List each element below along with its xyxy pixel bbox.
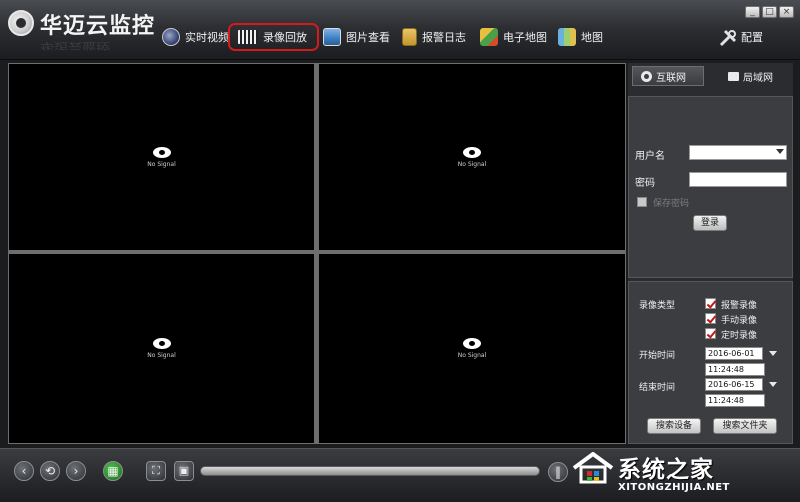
grid-layout-icon[interactable]: ▦ [103,461,123,481]
tools-icon [718,28,737,47]
film-clapper-icon [238,30,258,44]
maximize-button[interactable]: □ [762,6,777,18]
end-date-field[interactable]: 2016-06-15 [705,378,763,391]
search-folder-button[interactable]: 搜索文件夹 [713,418,777,434]
lock-icon[interactable]: ▣ [174,461,194,481]
nav-config[interactable]: 配置 [718,22,763,52]
house-logo-icon [572,452,614,484]
playback-progress-bar[interactable] [200,466,540,476]
record-type-label: 录像类型 [639,301,676,311]
no-signal-label: No Signal [147,160,176,168]
close-button[interactable]: × [779,6,794,18]
pause-icon[interactable]: ‖ [548,462,568,482]
clipboard-icon [402,28,417,46]
video-cell-4[interactable]: No Signal [319,254,625,443]
search-device-button[interactable]: 搜索设备 [647,418,701,434]
right-panel: 互联网 局域网 用户名 密码 保存密码 登录 录像类型 报警录像 手动录像 定时… [628,63,793,444]
start-time-label: 开始时间 [639,351,676,361]
username-label: 用户名 [635,151,665,162]
password-field[interactable] [689,172,787,187]
tab-internet[interactable]: 互联网 [632,66,704,86]
previous-icon[interactable]: ‹ [14,461,34,481]
video-cell-1[interactable]: No Signal [9,64,314,250]
nav-playback-label: 录像回放 [263,31,307,44]
nav-config-label: 配置 [741,31,763,44]
chevron-down-icon[interactable] [769,351,777,356]
nav-e-map[interactable]: 电子地图 [480,22,547,52]
nav-live-video[interactable]: 实时视频 [162,22,229,52]
start-time-field[interactable]: 11:24:48 [705,363,765,376]
fullscreen-icon[interactable]: ⛶ [146,461,166,481]
login-box: 用户名 密码 保存密码 登录 [628,96,793,278]
no-signal-label: No Signal [457,160,487,168]
no-signal-label: No Signal [457,352,487,359]
watermark-text: 系统之家 [618,457,714,483]
app-logo-icon [8,10,34,36]
nav-alarm-log-label: 报警日志 [422,31,466,44]
nav-picture-view-label: 图片查看 [346,31,390,44]
map-pin-icon [480,28,498,46]
watermark-url: XITONGZHIJIA.NET [618,482,730,493]
nav-playback[interactable]: 录像回放 [228,23,319,51]
nav-live-video-label: 实时视频 [185,31,229,44]
video-grid: No Signal No Signal No Signal No Signal [8,63,626,444]
tab-internet-label: 互联网 [656,72,686,84]
map-icon [558,28,576,46]
eye-icon [463,338,481,349]
alarm-record-label: 报警录像 [721,301,758,311]
remember-password-checkbox[interactable] [637,197,647,207]
alarm-record-checkbox[interactable] [705,298,716,309]
app-title: 华迈云监控 [40,14,156,39]
end-time-label: 结束时间 [639,383,676,393]
camera-icon [162,28,180,46]
video-cell-3[interactable]: No Signal [9,254,314,443]
password-label: 密码 [635,178,655,189]
minimize-button[interactable]: _ [745,6,760,18]
nav-e-map-label: 电子地图 [503,31,547,44]
tab-lan-label: 局域网 [743,72,773,84]
scheduled-record-checkbox[interactable] [705,328,716,339]
no-signal-label: No Signal [147,352,176,359]
end-time-field[interactable]: 11:24:48 [705,394,765,407]
start-date-field[interactable]: 2016-06-01 [705,347,763,360]
nav-map[interactable]: 地图 [558,22,603,52]
refresh-icon[interactable]: ⟲ [40,461,60,481]
nav-alarm-log[interactable]: 报警日志 [402,22,466,52]
login-button[interactable]: 登录 [693,215,727,231]
app-title-reflection: 华迈云监控 [40,40,110,51]
eye-icon [463,146,481,158]
record-search-box: 录像类型 报警录像 手动录像 定时录像 开始时间 2016-06-01 11:2… [628,281,793,444]
globe-icon [641,70,652,82]
header-bar: 华迈云监控 华迈云监控 实时视频 录像回放 图片查看 报警日志 电子地图 地图 … [0,0,800,60]
nav-picture-view[interactable]: 图片查看 [323,22,390,52]
tab-lan[interactable]: 局域网 [720,66,788,86]
picture-icon [323,28,341,46]
lan-icon [728,71,739,81]
remember-password-label: 保存密码 [653,199,690,209]
network-tabs: 互联网 局域网 [628,63,793,89]
username-field[interactable] [689,145,787,160]
next-icon[interactable]: › [66,461,86,481]
eye-icon [152,146,171,158]
scheduled-record-label: 定时录像 [721,331,758,341]
chevron-down-icon[interactable] [776,149,784,154]
manual-record-label: 手动录像 [721,316,758,326]
window-controls: _ □ × [745,6,794,18]
nav-map-label: 地图 [581,31,603,44]
eye-icon [152,338,171,349]
manual-record-checkbox[interactable] [705,313,716,324]
video-cell-2[interactable]: No Signal [319,64,625,250]
chevron-down-icon[interactable] [769,382,777,387]
watermark: 系统之家 XITONGZHIJIA.NET [568,446,800,502]
